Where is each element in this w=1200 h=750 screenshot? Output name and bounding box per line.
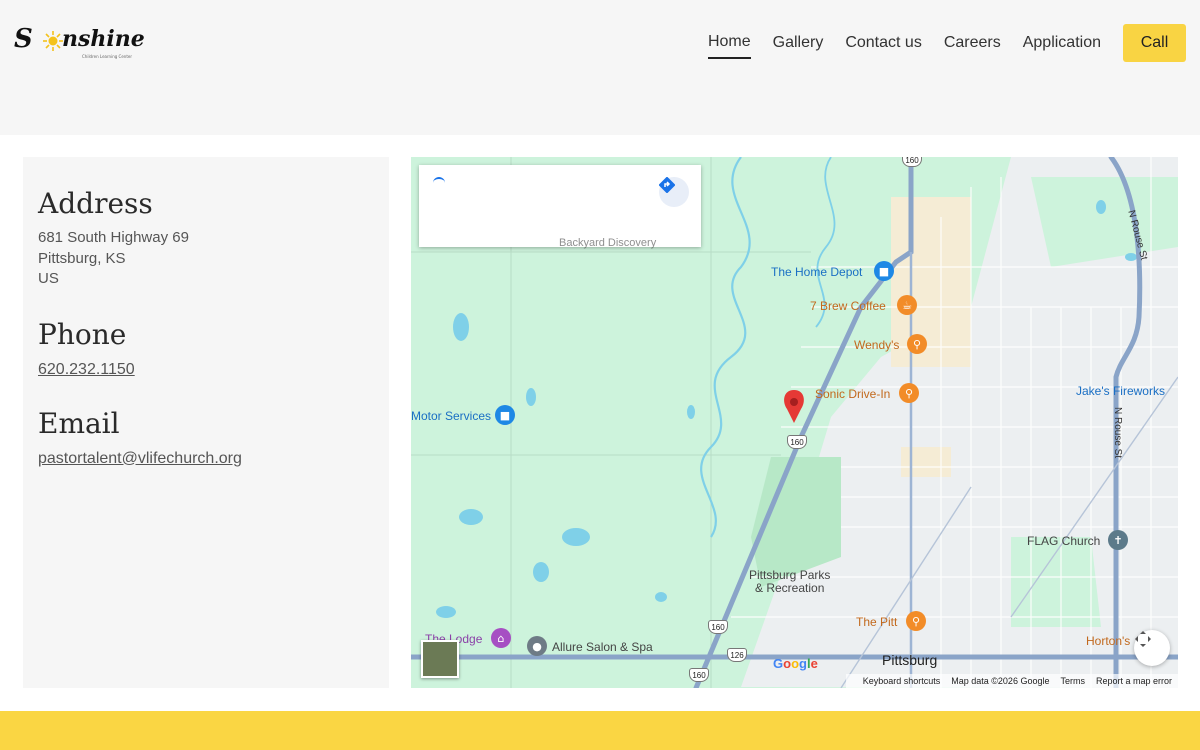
poi-label-home-depot[interactable]: The Home Depot — [771, 265, 862, 279]
nav-application[interactable]: Application — [1023, 34, 1101, 58]
map-attribution: Keyboard shortcuts Map data ©2026 Google… — [845, 674, 1178, 688]
site-footer — [0, 711, 1200, 750]
sonshine-logo[interactable]: S nshine Children Learning Center — [14, 22, 145, 64]
restaurant-icon[interactable]: ⚲ — [906, 611, 926, 631]
poi-label-7-brew[interactable]: 7 Brew Coffee — [810, 299, 886, 313]
email-link[interactable]: pastortalent@vlifechurch.org — [38, 450, 242, 468]
nav-contact-us[interactable]: Contact us — [845, 34, 921, 58]
route-shield: 160 — [708, 620, 728, 634]
move-arrows-icon — [1135, 631, 1151, 647]
shopping-bag-icon[interactable]: ■ — [495, 405, 515, 425]
directions-icon — [659, 177, 675, 193]
terms-link[interactable]: Terms — [1060, 676, 1085, 686]
keyboard-shortcuts-link[interactable]: Keyboard shortcuts — [863, 676, 941, 686]
restaurant-icon[interactable]: ⚲ — [899, 383, 919, 403]
poi-label-allure-salon[interactable]: Allure Salon & Spa — [552, 640, 653, 654]
shopping-bag-icon[interactable]: ■ — [874, 261, 894, 281]
logo-letter-s: S — [14, 24, 33, 54]
address-line-1: 681 South Highway 69 — [38, 229, 189, 246]
poi-label-wendys[interactable]: Wendy's — [854, 338, 899, 352]
logo-text: nshine — [62, 26, 145, 52]
email-section: Email pastortalent@vlifechurch.org — [38, 407, 374, 468]
logo-tagline: Children Learning Center — [82, 54, 133, 59]
poi-label-motor-services[interactable]: Motor Services — [411, 409, 491, 423]
loading-spinner-icon — [433, 177, 445, 189]
poi-label-the-pitt[interactable]: The Pitt — [856, 615, 897, 629]
map-data-text: Map data ©2026 Google — [951, 676, 1050, 686]
google-map[interactable]: Backyard Discovery The Home Depot ■ 7 Br… — [411, 157, 1178, 688]
fullscreen-button[interactable] — [1134, 630, 1170, 666]
report-error-link[interactable]: Report a map error — [1096, 676, 1172, 686]
email-heading: Email — [38, 406, 120, 440]
pin-icon[interactable]: ● — [527, 636, 547, 656]
nav-careers[interactable]: Careers — [944, 34, 1001, 58]
satellite-toggle-button[interactable] — [421, 640, 459, 678]
poi-label-hortons[interactable]: Horton's — [1086, 634, 1130, 648]
main-nav: Home Gallery Contact us Careers Applicat… — [707, 24, 1186, 62]
poi-label-jakes-fireworks[interactable]: Jake's Fireworks — [1076, 384, 1165, 398]
church-icon[interactable]: ✝ — [1108, 530, 1128, 550]
site-header: S nshine Children Learning Center Home G… — [0, 0, 1200, 135]
directions-button[interactable] — [659, 177, 689, 207]
coffee-icon[interactable]: ☕ — [897, 295, 917, 315]
lodging-icon[interactable]: ⌂ — [491, 628, 511, 648]
address-line-2: Pittsburg, KS — [38, 249, 126, 267]
route-shield: 160 — [689, 668, 709, 682]
map-info-card[interactable] — [419, 165, 701, 247]
call-button[interactable]: Call — [1123, 24, 1186, 62]
poi-label-pittsburg-parks[interactable]: Pittsburg Parks & Recreation — [749, 569, 830, 595]
city-label: Pittsburg — [882, 652, 938, 668]
contact-info-panel: Address 681 South Highway 69 Pittsburg, … — [23, 157, 389, 688]
nav-home[interactable]: Home — [707, 33, 751, 59]
poi-label-flag-church[interactable]: FLAG Church — [1027, 534, 1100, 548]
sun-icon — [43, 31, 63, 51]
phone-link[interactable]: 620.232.1150 — [38, 361, 135, 379]
phone-heading: Phone — [38, 317, 127, 351]
poi-label-sonic[interactable]: Sonic Drive-In — [815, 387, 890, 401]
street-label-2: N Rouse St — [1112, 407, 1123, 459]
location-marker-icon — [784, 390, 804, 423]
phone-section: Phone 620.232.1150 — [38, 318, 374, 379]
nav-gallery[interactable]: Gallery — [773, 34, 824, 58]
address-line-3: US — [38, 270, 59, 287]
restaurant-icon[interactable]: ⚲ — [907, 334, 927, 354]
google-logo: Google — [773, 656, 818, 671]
route-shield: 126 — [727, 648, 747, 662]
address-section: Address 681 South Highway 69 Pittsburg, … — [38, 187, 374, 290]
address-heading: Address — [38, 187, 153, 220]
route-shield: 160 — [787, 435, 807, 449]
map-label-partial: Backyard Discovery — [559, 237, 657, 249]
